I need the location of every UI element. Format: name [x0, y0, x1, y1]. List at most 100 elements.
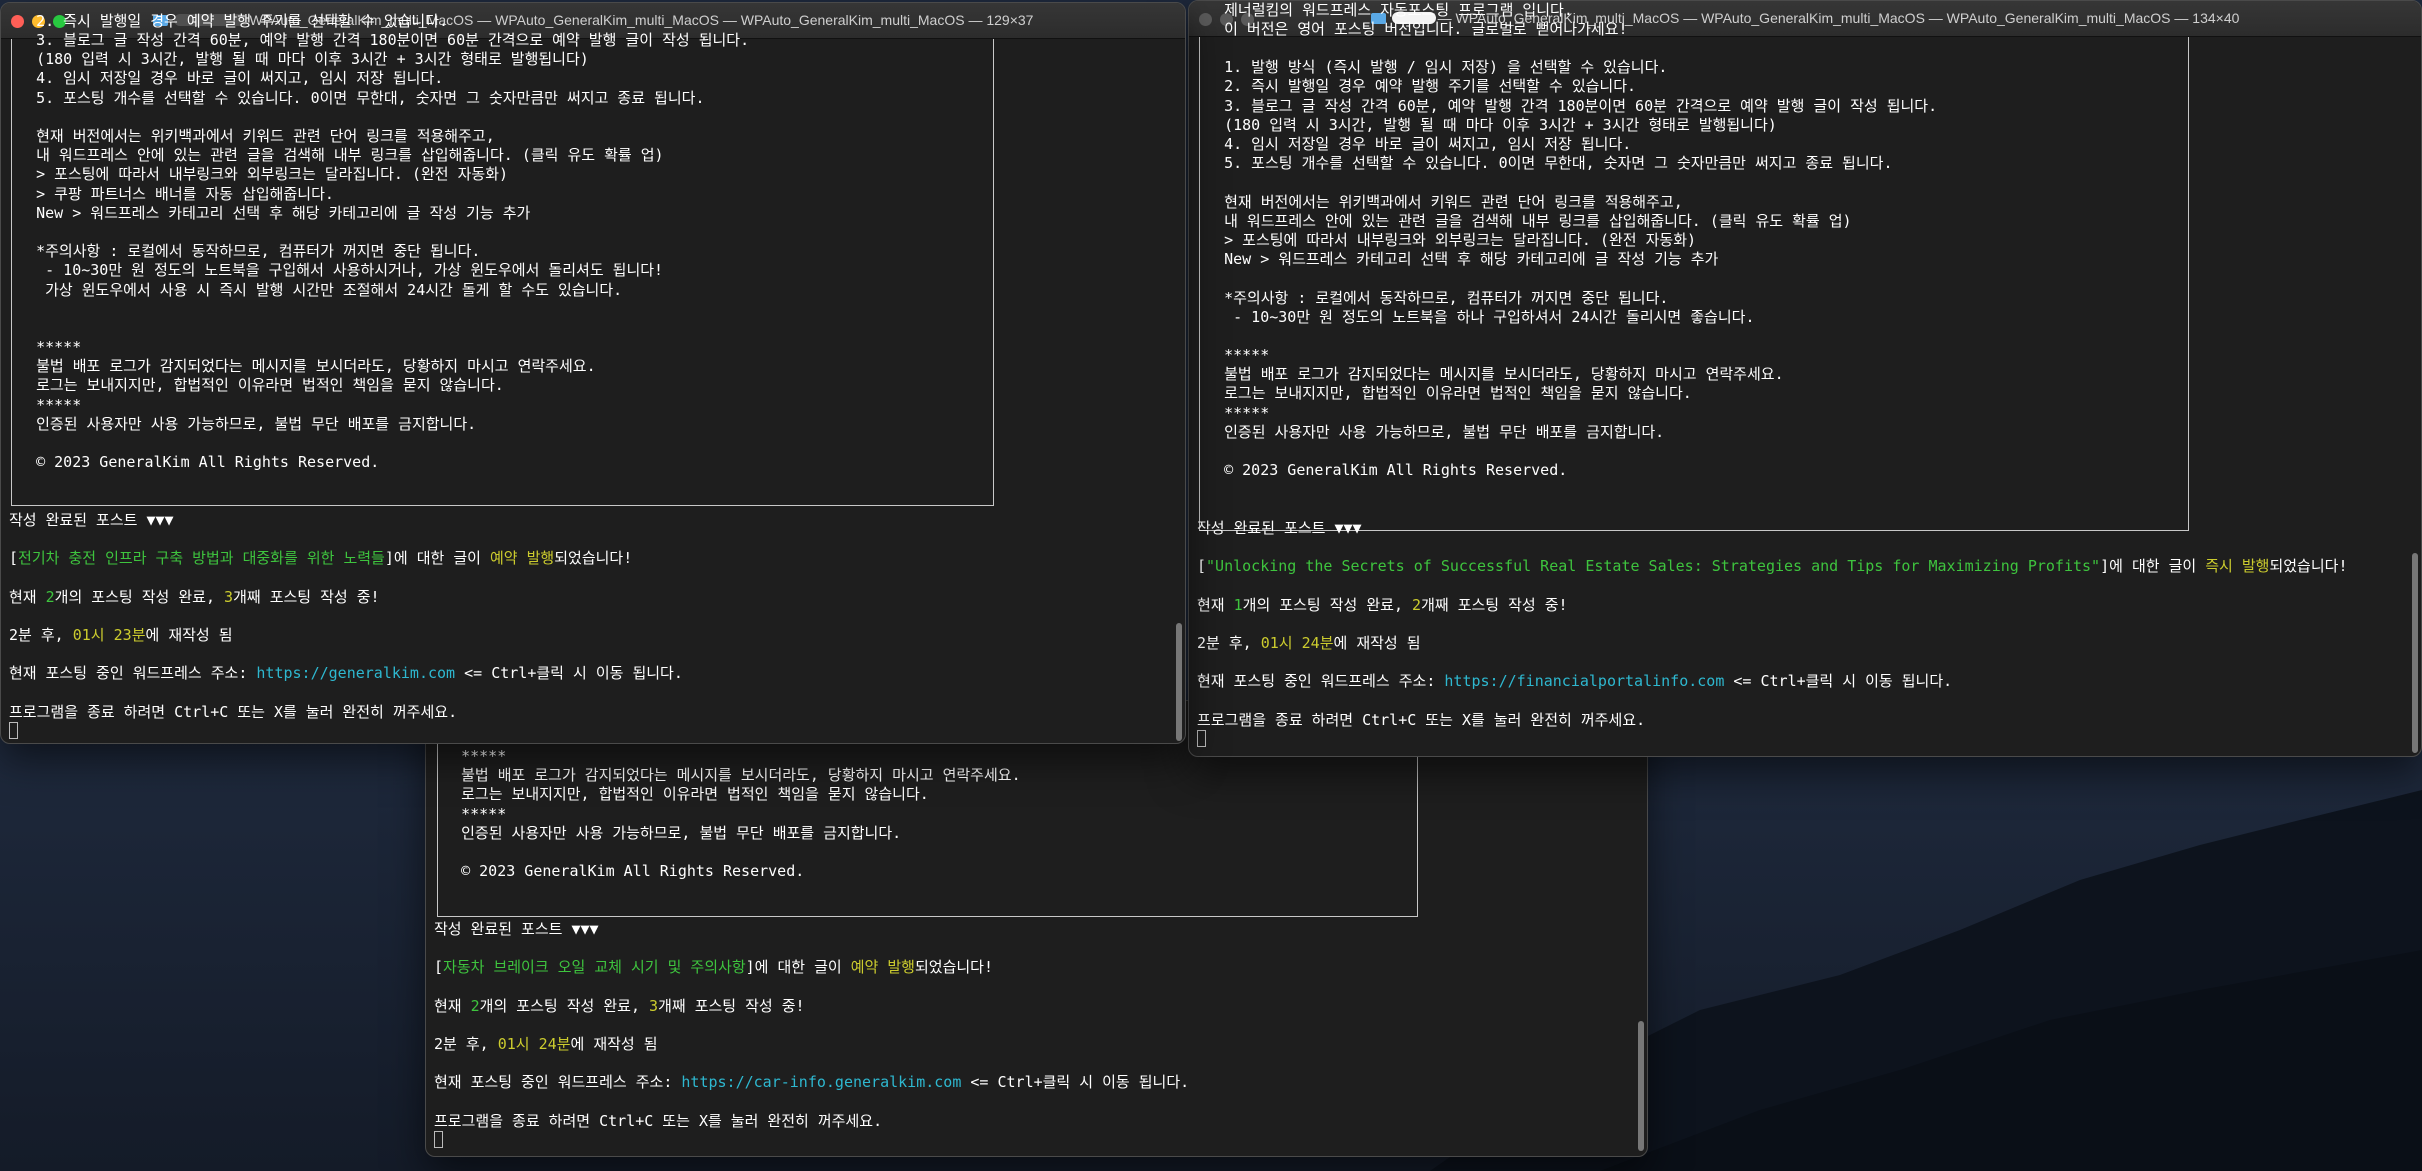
terminal-line: 이 버전은 영어 포스팅 버전입니다. 글로벌로 뻗어나가세요! [1197, 19, 1628, 38]
terminal-line: 현재 2개의 포스팅 작성 완료, 3개째 포스팅 작성 중! [434, 996, 805, 1015]
terminal-line: 5. 포스팅 개수를 선택할 수 있습니다. 0이면 무한대, 숫자면 그 숫자… [9, 88, 705, 107]
terminal-line: 3. 블로그 글 작성 간격 60분, 예약 발행 간격 180분이면 60분 … [1197, 96, 1938, 115]
terminal-line: 3. 블로그 글 작성 간격 60분, 예약 발행 간격 180분이면 60분 … [9, 31, 750, 50]
terminal-line: [자동차 브레이크 오일 교체 시기 및 주의사항]에 대한 글이 예약 발행되… [434, 958, 994, 977]
terminal-line: [전기차 충전 인프라 구축 방법과 대중화를 위한 노력들]에 대한 글이 예… [9, 549, 633, 568]
terminal-line: > 쿠팡 파트너스 배너를 자동 삽입해줍니다. [9, 184, 334, 203]
terminal-line: 1. 발행 방식 (즉시 발행 / 임시 저장) 을 선택할 수 있습니다. [1197, 58, 1668, 77]
terminal-line: 작성 완료된 포스트 ▼▼▼ [9, 510, 174, 529]
prompt-line[interactable] [9, 721, 1169, 741]
terminal-line: 프로그램을 종료 하려면 Ctrl+C 또는 X를 눌러 완전히 꺼주세요. [1197, 710, 1646, 729]
scrollbar[interactable] [2412, 553, 2418, 753]
terminal-line: *주의사항 : 로컬에서 동작하므로, 컴퓨터가 꺼지면 중단 됩니다. [1197, 288, 1669, 307]
terminal-line: 5. 포스팅 개수를 선택할 수 있습니다. 0이면 무한대, 숫자면 그 숫자… [1197, 154, 1893, 173]
terminal-line: *주의사항 : 로컬에서 동작하므로, 컴퓨터가 꺼지면 중단 됩니다. [9, 242, 481, 261]
prompt-line[interactable] [434, 1130, 1631, 1150]
terminal-line: 인증된 사용자만 사용 가능하므로, 불법 무단 배포를 금지합니다. [434, 823, 902, 842]
terminal-line: - 10~30만 원 정도의 노트북을 구입해서 사용하시거나, 가상 윈도우에… [9, 261, 664, 280]
terminal-line: New > 워드프레스 카테고리 선택 후 해당 카테고리에 글 작성 기능 추… [1197, 250, 1719, 269]
terminal-line: 현재 2개의 포스팅 작성 완료, 3개째 포스팅 작성 중! [9, 587, 380, 606]
terminal-line: ***** [9, 395, 82, 414]
terminal-line: - 10~30만 원 정도의 노트북을 하나 구입하셔서 24시간 돌리시면 좋… [1197, 307, 1755, 326]
terminal-output[interactable]: 2. 즉시 발행일 경우 예약 발행 주기를 선택할 수 있습니다. 3. 블로… [9, 12, 1169, 741]
terminal-line: 불법 배포 로그가 감지되었다는 메시지를 보시더라도, 당황하지 마시고 연락… [434, 766, 1021, 785]
publish-type: 예약 발행 [489, 549, 555, 568]
scrollbar[interactable] [1638, 1021, 1644, 1151]
terminal-line: > 포스팅에 따라서 내부링크와 외부링크는 달라집니다. (완전 자동화) [9, 165, 509, 184]
terminal-output[interactable]: ***** 불법 배포 로그가 감지되었다는 메시지를 보시더라도, 당황하지 … [434, 728, 1631, 1150]
terminal-line: 2분 후, 01시 24분에 재작성 됨 [434, 1034, 658, 1053]
terminal-line: 2. 즉시 발행일 경우 예약 발행 주기를 선택할 수 있습니다. [1197, 77, 1637, 96]
terminal-output[interactable]: 제너럴킴의 워드프레스 자동포스팅 프로그램 입니다. 이 버전은 영어 포스팅… [1197, 0, 2405, 749]
terminal-line: 2. 즉시 발행일 경우 예약 발행 주기를 선택할 수 있습니다. [9, 11, 449, 30]
terminal-line: (180 입력 시 3시간, 발행 될 때 마다 이후 3시간 + 3시간 형태… [9, 50, 589, 69]
terminal-line: 제너럴킴의 워드프레스 자동포스팅 프로그램 입니다. [1197, 0, 1573, 19]
publish-type: 예약 발행 [850, 958, 915, 977]
prompt-line[interactable] [1197, 729, 2405, 749]
terminal-window-1[interactable]: WPAuto_GeneralKim_multi_MacOS — WPAuto_G… [0, 2, 1186, 744]
site-url-link[interactable]: https://generalkim.com [256, 664, 455, 682]
terminal-line: 프로그램을 종료 하려면 Ctrl+C 또는 X를 눌러 완전히 꺼주세요. [9, 702, 458, 721]
terminal-line: 2분 후, 01시 24분에 재작성 됨 [1197, 633, 1421, 652]
terminal-line: 작성 완료된 포스트 ▼▼▼ [1197, 518, 1362, 537]
terminal-line: 4. 임시 저장일 경우 바로 글이 써지고, 임시 저장 됩니다. [1197, 135, 1632, 153]
terminal-line: 불법 배포 로그가 감지되었다는 메시지를 보시더라도, 당황하지 마시고 연락… [9, 357, 596, 376]
terminal-window-2[interactable]: — WPAuto_GeneralKim_multi_MacOS — WPAuto… [1188, 0, 2422, 757]
terminal-line: 현재 버전에서는 위키백과에서 키워드 관련 단어 링크를 적용해주고, [1197, 192, 1683, 211]
terminal-line: 현재 1개의 포스팅 작성 완료, 2개째 포스팅 작성 중! [1197, 595, 1568, 614]
publish-type: 즉시 발행 [2205, 557, 2270, 576]
post-title-link: 전기차 충전 인프라 구축 방법과 대중화를 위한 노력들 [18, 549, 385, 568]
terminal-line: © 2023 GeneralKim All Rights Reserved. [9, 453, 380, 472]
terminal-line: 인증된 사용자만 사용 가능하므로, 불법 무단 배포를 금지합니다. [1197, 422, 1665, 441]
text-cursor [1197, 729, 1206, 747]
terminal-line: > 포스팅에 따라서 내부링크와 외부링크는 달라집니다. (완전 자동화) [1197, 230, 1697, 249]
terminal-line: 인증된 사용자만 사용 가능하므로, 불법 무단 배포를 금지합니다. [9, 414, 477, 433]
terminal-line: 현재 포스팅 중인 워드프레스 주소: https://financialpor… [1197, 672, 1953, 691]
terminal-line: New > 워드프레스 카테고리 선택 후 해당 카테고리에 글 작성 기능 추… [9, 203, 531, 222]
terminal-line: 로그는 보내지지만, 합법적인 이유라면 법적인 책임을 묻지 않습니다. [1197, 384, 1692, 403]
terminal-line: 가상 윈도우에서 사용 시 즉시 발행 시간만 조절해서 24시간 돌게 할 수… [9, 280, 623, 299]
terminal-line: 4. 임시 저장일 경우 바로 글이 써지고, 임시 저장 됩니다. [9, 69, 444, 88]
post-title-link: "Unlocking the Secrets of Successful Rea… [1206, 557, 2101, 576]
site-url-link[interactable]: https://car-info.generalkim.com [681, 1073, 961, 1091]
site-url-link[interactable]: https://financialportalinfo.com [1444, 672, 1724, 690]
terminal-line: 프로그램을 종료 하려면 Ctrl+C 또는 X를 눌러 완전히 꺼주세요. [434, 1111, 883, 1130]
text-cursor [434, 1130, 443, 1148]
terminal-line: ***** [9, 338, 82, 357]
terminal-line: 불법 배포 로그가 감지되었다는 메시지를 보시더라도, 당황하지 마시고 연락… [1197, 365, 1784, 384]
terminal-window-3[interactable]: ***** 불법 배포 로그가 감지되었다는 메시지를 보시더라도, 당황하지 … [425, 700, 1648, 1157]
terminal-line: ["Unlocking the Secrets of Successful Re… [1197, 557, 2348, 576]
scrollbar[interactable] [1176, 623, 1182, 741]
text-cursor [9, 721, 18, 739]
terminal-line: 로그는 보내지지만, 합법적인 이유라면 법적인 책임을 묻지 않습니다. [434, 785, 929, 804]
terminal-line: ***** [1197, 403, 1270, 422]
terminal-line: ***** [434, 804, 507, 823]
terminal-line: 현재 포스팅 중인 워드프레스 주소: https://car-info.gen… [434, 1073, 1190, 1092]
